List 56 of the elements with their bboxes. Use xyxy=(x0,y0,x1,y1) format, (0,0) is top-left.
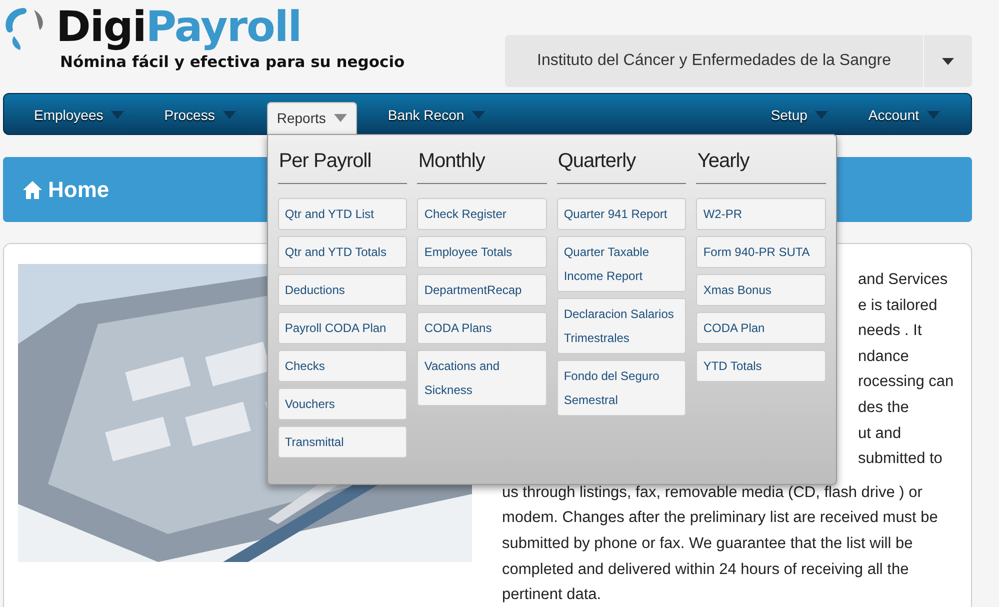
caret-icon xyxy=(111,111,124,119)
paragraph-line: des the xyxy=(858,398,909,416)
paragraph-line: pertinent data. xyxy=(502,586,602,604)
caret-icon xyxy=(334,114,347,122)
report-menu-item[interactable]: Xmas Bonus xyxy=(696,274,826,306)
paragraph-line: submitted by phone or fax. We guarantee that the list will be xyxy=(502,534,913,552)
caret-icon xyxy=(815,111,828,119)
report-menu-item[interactable]: Check Register xyxy=(417,198,547,230)
nav-menu-item[interactable]: Process xyxy=(155,100,245,134)
report-menu-item[interactable]: DepartmentRecap xyxy=(417,274,547,306)
paragraph-line: e is tailored xyxy=(858,296,938,314)
caret-icon xyxy=(927,111,940,119)
caret-icon xyxy=(942,58,954,64)
paragraph-line: and Services xyxy=(858,271,948,288)
report-menu-item[interactable]: Form 940-PR SUTA xyxy=(696,236,826,268)
caret-icon xyxy=(222,111,236,119)
report-menu-item[interactable]: Declaracion Salarios Trimestrales xyxy=(556,298,686,354)
menu-column-heading: Per Payroll xyxy=(278,150,408,184)
report-menu-item[interactable]: W2-PR xyxy=(696,198,826,230)
report-menu-item[interactable]: Qtr and YTD List xyxy=(278,198,408,230)
report-menu-item[interactable]: YTD Totals xyxy=(696,350,826,382)
page-title: Home xyxy=(48,176,110,202)
menu-column-heading: Quarterly xyxy=(556,150,686,184)
report-menu-item[interactable]: Checks xyxy=(278,350,408,382)
report-menu-item[interactable]: Payroll CODA Plan xyxy=(278,312,408,344)
paragraph-line: ndance xyxy=(858,348,909,365)
report-menu-item[interactable]: Fondo del Seguro Semestral xyxy=(556,360,686,416)
brand-name: DigiPayroll xyxy=(56,2,302,52)
report-menu-item[interactable]: Qtr and YTD Totals xyxy=(278,236,408,268)
report-menu-item[interactable]: Quarter Taxable Income Report xyxy=(556,236,686,292)
menu-column-heading: Yearly xyxy=(696,150,826,184)
paragraph-line: us through listings, fax, removable media (CD, flash drive ) or xyxy=(502,484,922,501)
paragraph-line: needs . It xyxy=(858,322,922,340)
menu-column-heading: Monthly xyxy=(417,150,547,184)
nav-menu-item[interactable]: Account xyxy=(859,100,949,134)
paragraph-line: submitted to xyxy=(858,450,942,468)
paragraph-line: modem. Changes after the preliminary list are received must be xyxy=(502,509,938,526)
nav-menu-item[interactable]: Setup xyxy=(762,100,838,134)
nav-menu-item[interactable]: Employees xyxy=(25,100,134,134)
home-icon xyxy=(23,180,42,198)
report-menu-item[interactable]: Employee Totals xyxy=(417,236,547,268)
report-menu-item[interactable]: Transmittal xyxy=(278,426,408,458)
report-menu-item[interactable]: Deductions xyxy=(278,274,408,306)
report-menu-item[interactable]: CODA Plan xyxy=(696,312,826,344)
report-menu-item[interactable]: Vacations and Sickness xyxy=(417,350,547,406)
paragraph-line: rocessing can xyxy=(858,373,954,390)
paragraph-line: completed and delivered within 24 hours of receiving all the xyxy=(502,560,909,578)
report-menu-item[interactable]: CODA Plans xyxy=(417,312,547,344)
paragraph-line: ut and xyxy=(858,424,902,442)
nav-menu-item[interactable]: Bank Recon xyxy=(378,100,494,134)
tagline: Nómina fácil y efectiva para su negocio xyxy=(60,53,405,71)
report-menu-item[interactable]: Vouchers xyxy=(278,388,408,420)
nav-menu-item[interactable]: Reports xyxy=(266,102,357,135)
caret-icon xyxy=(472,111,486,119)
report-menu-item[interactable]: Quarter 941 Report xyxy=(556,198,686,230)
company-select[interactable]: Instituto del Cáncer y Enfermedades de la Sangre xyxy=(505,35,972,87)
